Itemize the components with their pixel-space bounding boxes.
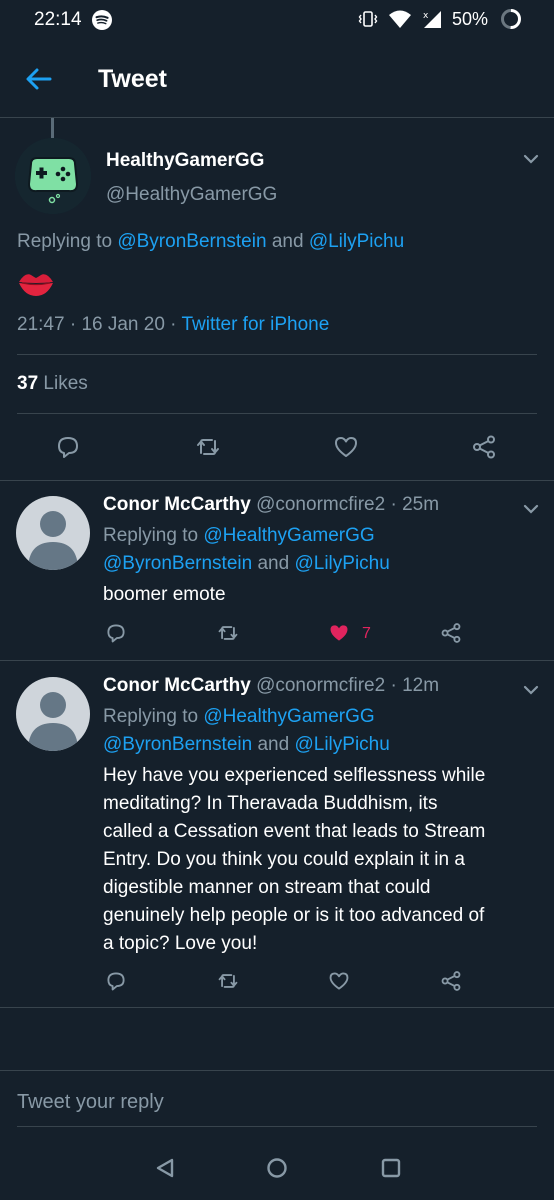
- chevron-down-icon[interactable]: [522, 684, 540, 696]
- heart-icon[interactable]: [328, 970, 350, 992]
- kiss-mark-icon: [19, 274, 53, 296]
- divider: [17, 354, 537, 355]
- arrow-left-icon[interactable]: [24, 64, 54, 94]
- tweet-timestamp: 21:47 · 16 Jan 20 · Twitter for iPhone: [17, 314, 329, 336]
- default-avatar-icon: [28, 692, 78, 751]
- replying-prefix: Replying to: [103, 525, 204, 546]
- status-icons: x 50%: [358, 8, 522, 30]
- reply-icon[interactable]: [55, 434, 81, 460]
- share-icon[interactable]: [440, 622, 462, 644]
- svg-text:x: x: [423, 11, 429, 21]
- reply-icon[interactable]: [105, 970, 127, 992]
- likes-number: 37: [17, 373, 39, 394]
- replying-to: Replying to @HealthyGamerGG @ByronBernst…: [103, 522, 390, 578]
- status-time: 22:14: [34, 9, 82, 30]
- mention-link[interactable]: @ByronBernstein: [103, 734, 252, 755]
- tweet-author-name[interactable]: HealthyGamerGG: [106, 150, 264, 172]
- mention-link[interactable]: @LilyPichu: [294, 553, 389, 574]
- replying-prefix: Replying to: [103, 706, 204, 727]
- reply-composer[interactable]: Tweet your reply: [0, 1070, 554, 1128]
- replying-to: Replying to @HealthyGamerGG @ByronBernst…: [103, 703, 390, 759]
- mention-link[interactable]: @LilyPichu: [309, 231, 404, 252]
- reply-text-line: Hey have you experienced selflessness wh…: [103, 765, 486, 786]
- default-avatar-icon: [28, 511, 78, 570]
- replying-and: and: [252, 553, 295, 574]
- reply-author-handle[interactable]: @conormcfire2: [256, 675, 385, 696]
- reply-author-handle[interactable]: @conormcfire2: [256, 494, 385, 515]
- reply-text: boomer emote: [103, 584, 226, 605]
- reply-header: Conor McCarthy @conormcfire2 · 25m: [103, 494, 440, 515]
- reply-age: 25m: [402, 494, 440, 515]
- meta-separator: ·: [64, 314, 82, 335]
- gamepad-logo-icon: [15, 138, 91, 214]
- signal-icon: x: [423, 11, 441, 28]
- retweet-icon[interactable]: [217, 970, 239, 992]
- likes-count[interactable]: 37 Likes: [17, 373, 88, 395]
- reply-text: Hey have you experienced selflessness wh…: [103, 762, 543, 958]
- reply-age: 12m: [402, 675, 440, 696]
- mention-link[interactable]: @LilyPichu: [294, 734, 389, 755]
- tweet-client-link[interactable]: Twitter for iPhone: [181, 314, 329, 335]
- reply-input[interactable]: Tweet your reply: [17, 1091, 164, 1114]
- replying-to: Replying to @ByronBernstein and @LilyPic…: [17, 231, 404, 253]
- chevron-down-icon[interactable]: [522, 153, 540, 165]
- retweet-icon[interactable]: [195, 434, 221, 460]
- replying-prefix: Replying to: [17, 231, 118, 252]
- reply-input-underline: [17, 1126, 537, 1127]
- avatar[interactable]: [16, 496, 90, 570]
- divider: [0, 660, 554, 661]
- mention-link[interactable]: @HealthyGamerGG: [203, 706, 374, 727]
- reply-text-line: a topic? Love you!: [103, 933, 258, 954]
- mention-link[interactable]: @ByronBernstein: [117, 231, 266, 252]
- battery-icon: [501, 9, 521, 29]
- thread-connector-line: [51, 118, 54, 138]
- divider: [0, 480, 554, 481]
- likes-label: Likes: [43, 373, 88, 394]
- status-bar: 22:14 x 50%: [0, 0, 554, 42]
- reply-text-line: digestible manner on stream that could: [103, 877, 431, 898]
- heart-filled-icon[interactable]: [328, 622, 350, 644]
- meta-separator: ·: [164, 314, 182, 335]
- like-count: 7: [362, 625, 371, 642]
- app-header: Tweet: [0, 42, 554, 118]
- avatar[interactable]: [16, 677, 90, 751]
- reply-text-line: Entry. Do you think you could explain it…: [103, 849, 465, 870]
- share-icon[interactable]: [440, 970, 462, 992]
- replying-and: and: [266, 231, 309, 252]
- system-nav-bar: [0, 1130, 554, 1200]
- reply-text-line: genuinely help people or is it too advan…: [103, 905, 485, 926]
- share-icon[interactable]: [471, 434, 497, 460]
- heart-icon[interactable]: [333, 434, 359, 460]
- wifi-icon: [388, 10, 411, 28]
- recents-square-icon[interactable]: [380, 1157, 402, 1179]
- avatar[interactable]: [15, 138, 91, 214]
- divider: [0, 1007, 554, 1008]
- tweet-date: 16 Jan 20: [81, 314, 165, 335]
- mention-link[interactable]: @ByronBernstein: [103, 553, 252, 574]
- tweet-time: 21:47: [17, 314, 65, 335]
- back-triangle-icon[interactable]: [154, 1157, 176, 1179]
- reply-icon[interactable]: [105, 622, 127, 644]
- reply-header: Conor McCarthy @conormcfire2 · 12m: [103, 675, 440, 696]
- spotify-icon: [92, 10, 112, 30]
- reply-author-name[interactable]: Conor McCarthy: [103, 675, 251, 696]
- divider: [17, 413, 537, 414]
- mention-link[interactable]: @HealthyGamerGG: [203, 525, 374, 546]
- replying-and: and: [252, 734, 295, 755]
- page-title: Tweet: [98, 65, 167, 93]
- home-circle-icon[interactable]: [266, 1157, 288, 1179]
- tweet-author-handle[interactable]: @HealthyGamerGG: [106, 184, 277, 206]
- reply-text-line: meditating? In Theravada Buddhism, its: [103, 793, 438, 814]
- chevron-down-icon[interactable]: [522, 503, 540, 515]
- battery-percentage: 50%: [451, 8, 488, 29]
- reply-author-name[interactable]: Conor McCarthy: [103, 494, 251, 515]
- vibrate-icon: [358, 11, 378, 27]
- reply-text-line: called a Cessation event that leads to S…: [103, 821, 486, 842]
- retweet-icon[interactable]: [217, 622, 239, 644]
